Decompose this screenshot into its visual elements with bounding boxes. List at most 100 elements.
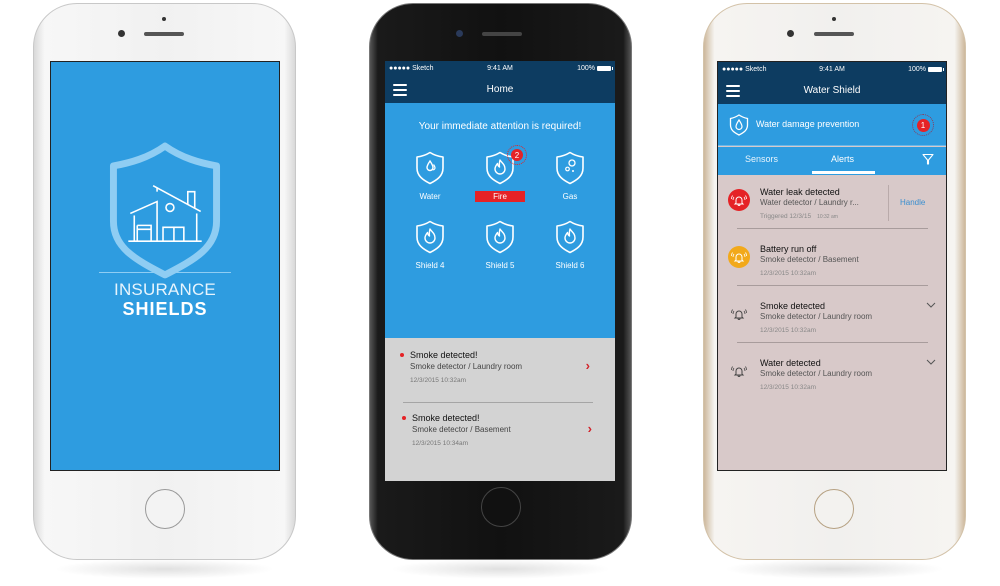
alert-timestamp: 12/3/2015 10:32am — [760, 270, 816, 277]
home-button[interactable] — [145, 489, 185, 529]
phone-home: ●●●●● Sketch 9:41 AM 100% Home Your imme… — [369, 3, 632, 579]
alert-subtitle: Smoke detector / Laundry room — [760, 312, 873, 321]
attention-message: Your immediate attention is required! — [418, 121, 582, 132]
earpiece-speaker — [814, 32, 854, 36]
front-camera — [787, 30, 794, 37]
battery-icon — [597, 66, 613, 71]
list-divider — [737, 342, 928, 343]
shield-house-icon — [109, 142, 221, 279]
phone-splash: INSURANCE SHIELDS — [33, 3, 296, 579]
shield-banner: Water damage prevention 1 — [718, 104, 946, 146]
alert-subtitle: Smoke detector / Basement — [760, 255, 859, 264]
alert-title: Smoke detected! — [412, 413, 480, 423]
battery-status: 100% — [577, 65, 613, 72]
tab-alerts[interactable]: Alerts — [831, 154, 854, 164]
alert-date: 12/3/2015 10:32am — [760, 384, 817, 391]
chevron-right-icon[interactable]: › — [586, 358, 590, 373]
badge-count: 2 — [511, 149, 523, 161]
page-title: Water Shield — [803, 85, 861, 96]
phone-shadow — [390, 559, 611, 579]
splash-title-line1: INSURANCE — [114, 280, 216, 299]
splash-divider — [99, 272, 231, 273]
shield-label: Shield 5 — [485, 261, 515, 270]
shield-tile[interactable]: Gas — [535, 151, 605, 202]
alert-list-item[interactable]: Water detected Smoke detector / Laundry r… — [718, 356, 946, 410]
bell-alarm-icon — [731, 366, 747, 377]
splash-screen: INSURANCE SHIELDS — [50, 61, 280, 471]
alert-subtitle: Smoke detector / Laundry room — [410, 362, 523, 371]
alert-list-item[interactable]: Smoke detected Smoke detector / Laundry r… — [718, 299, 946, 353]
filter-icon[interactable] — [922, 153, 934, 165]
alert-list-item[interactable]: Smoke detected! Smoke detector / Laundry … — [400, 350, 600, 390]
alert-title: Battery run off — [760, 244, 817, 254]
home-button[interactable] — [481, 487, 521, 527]
status-bar: ●●●●● Sketch 9:41 AM 100% — [385, 61, 615, 79]
alert-list-item[interactable]: Water leak detected Water detector / Laun… — [718, 185, 946, 239]
tab-bar: Sensors Alerts — [718, 147, 946, 175]
shield-label: Shield 6 — [555, 261, 585, 270]
alert-count-badge: 1 — [912, 114, 934, 136]
tab-sensors[interactable]: Sensors — [745, 154, 778, 164]
shield-label: Fire — [475, 191, 525, 202]
alert-date: 12/3/2015 10:32am — [760, 327, 817, 334]
water-shield-icon — [416, 151, 444, 185]
shield-tile[interactable]: Shield 5 — [465, 220, 535, 271]
shield-label: Shield 4 — [415, 261, 445, 270]
shields-panel: Your immediate attention is required! Wa… — [385, 103, 615, 338]
action-separator — [888, 185, 889, 221]
unread-dot — [400, 353, 404, 357]
front-camera — [118, 30, 125, 37]
list-divider — [403, 402, 593, 403]
severity-normal-indicator — [728, 360, 750, 382]
battery-icon — [928, 67, 944, 72]
shield-tile[interactable]: Shield 4 — [395, 220, 465, 271]
severity-critical-indicator — [728, 189, 750, 211]
home-screen: ●●●●● Sketch 9:41 AM 100% Home Your imme… — [385, 61, 615, 481]
water-shield-screen: ●●●●● Sketch 9:41 AM 100% Water Shield W… — [717, 61, 947, 471]
badge-count: 1 — [916, 118, 930, 132]
alerts-list: Water leak detected Water detector / Laun… — [718, 175, 946, 470]
nav-bar: Home — [385, 79, 615, 103]
bell-alarm-icon — [731, 252, 747, 263]
earpiece-speaker — [144, 32, 184, 36]
alert-list-item[interactable]: Battery run off Smoke detector / Basement… — [718, 242, 946, 296]
chevron-down-icon[interactable] — [926, 358, 936, 366]
alert-timestamp: 12/3/2015 10:34am — [412, 440, 469, 447]
proximity-sensor — [162, 17, 166, 21]
battery-percent: 100% — [908, 66, 926, 73]
home-button[interactable] — [814, 489, 854, 529]
fire-shield-icon — [486, 220, 514, 254]
splash-title-line2: SHIELDS — [122, 299, 208, 319]
shield-label: Water — [419, 192, 441, 201]
alert-timestamp: 12/3/2015 10:32am — [410, 377, 467, 384]
alert-time: 10:32 am — [817, 214, 838, 220]
chevron-right-icon[interactable]: › — [588, 421, 592, 436]
battery-status: 100% — [908, 66, 944, 73]
alert-title: Water leak detected — [760, 187, 840, 197]
phone-shadow — [54, 559, 275, 579]
alert-timestamp: 12/3/2015 10:32am — [760, 327, 816, 334]
alert-title: Smoke detected! — [410, 350, 478, 360]
shield-grid: Water 2 Fire Gas Shield 4 Shield 5 Shield 6 — [395, 145, 605, 271]
alert-timestamp: Triggered 12/3/15 10:32 am — [760, 213, 838, 220]
alert-list: Smoke detected! Smoke detector / Laundry … — [385, 338, 615, 481]
shield-tile[interactable]: Water — [395, 151, 465, 202]
proximity-sensor — [832, 17, 836, 21]
shield-tile[interactable]: 2 Fire — [465, 145, 535, 202]
banner-title: Water damage prevention — [756, 119, 860, 129]
page-title: Home — [486, 84, 514, 95]
battery-percent: 100% — [577, 65, 595, 72]
active-tab-indicator — [812, 171, 875, 174]
alert-subtitle: Water detector / Laundry r... — [760, 198, 859, 207]
shield-tile[interactable]: Shield 6 — [535, 220, 605, 271]
chevron-down-icon[interactable] — [926, 301, 936, 309]
fire-shield-icon — [416, 220, 444, 254]
severity-warning-indicator — [728, 246, 750, 268]
handle-button[interactable]: Handle — [900, 198, 925, 207]
alert-title: Smoke detected — [760, 301, 826, 311]
severity-normal-indicator — [728, 303, 750, 325]
alert-title: Water detected — [760, 358, 821, 368]
gas-shield-icon — [556, 151, 584, 185]
alert-subtitle: Smoke detector / Basement — [412, 425, 511, 434]
alert-list-item[interactable]: Smoke detected! Smoke detector / Basement… — [402, 413, 602, 453]
